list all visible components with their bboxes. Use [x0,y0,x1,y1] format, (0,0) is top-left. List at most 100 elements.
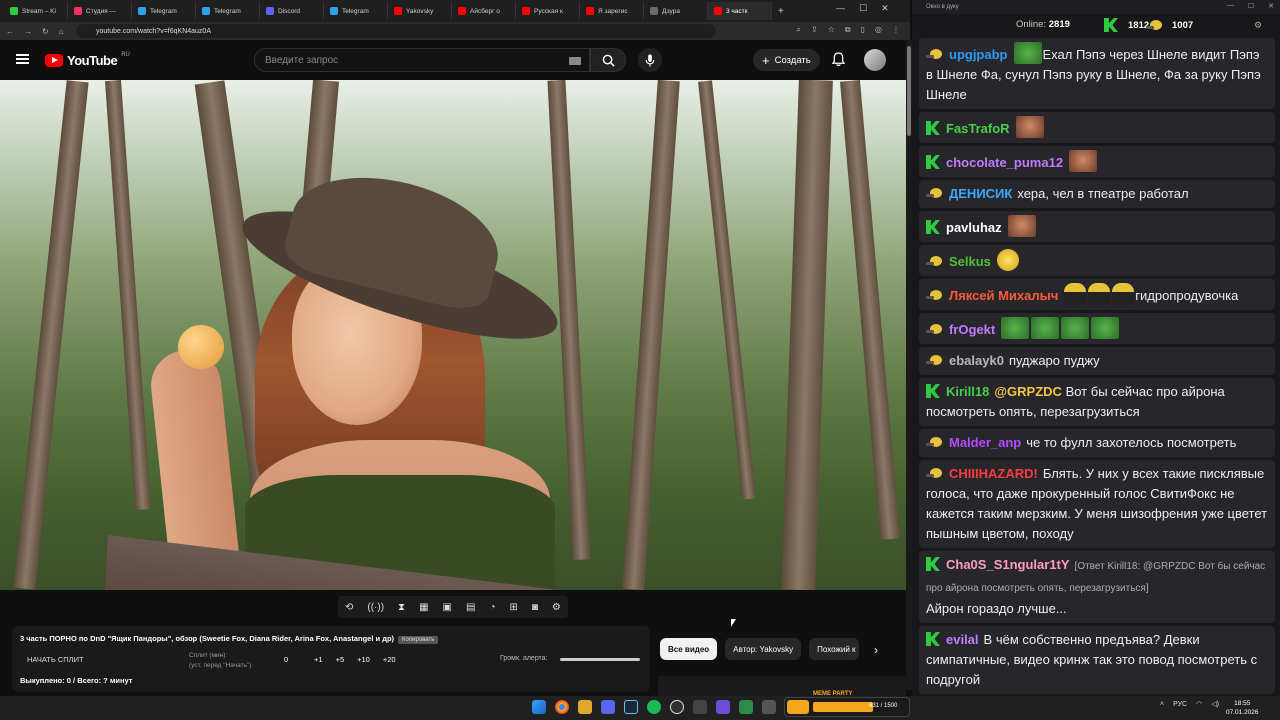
profile-icon[interactable]: ◎ [875,25,882,35]
chevron-right-icon[interactable]: › [874,643,878,657]
add-clip-icon[interactable]: ⊞ [509,602,517,613]
language-indicator[interactable]: РУС [1173,701,1187,708]
chat-username[interactable]: upgjpabp [949,47,1008,62]
account-avatar[interactable] [864,49,886,71]
chrome-icon[interactable] [555,700,569,714]
start-split-button[interactable]: НАЧАТЬ СПЛИТ [27,655,84,664]
copy-button[interactable]: Копировать [398,636,439,644]
watch-later-icon[interactable]: ⧗ [398,602,405,613]
notifications-button[interactable] [831,52,846,72]
chat-username[interactable]: ДЕНИСИК [949,186,1012,201]
alert-volume-slider[interactable] [560,658,640,661]
home-icon[interactable]: ⌂ [59,27,64,36]
browser-tab[interactable]: Студия — [68,2,132,20]
screenshot-icon[interactable]: ◙ [532,602,538,613]
folder-icon[interactable] [578,700,592,714]
chat-username[interactable]: pavluhaz [946,220,1002,235]
browser-tab[interactable]: 3 частк [708,2,772,20]
filter-chip[interactable]: Автор: Yakovsky [725,638,802,660]
chat-username[interactable]: Kirill18 [946,384,989,399]
share-icon[interactable]: ⇪ [811,25,818,35]
browser-tab[interactable]: Я зарегис [580,2,644,20]
sidebar-icon[interactable]: ▯ [861,25,865,35]
windows-start-icon[interactable] [532,700,546,714]
close-icon[interactable]: ✕ [881,3,889,14]
youtube-logo[interactable]: YouTube RU [45,52,130,68]
forward-icon[interactable]: → [24,27,32,36]
increment-button[interactable]: +1 [314,655,323,664]
increment-button[interactable]: +20 [383,655,396,664]
chat-username[interactable]: Ляксей Михалыч [949,288,1058,303]
loop-icon[interactable]: ⟲ [345,602,353,613]
back-icon[interactable]: ← [6,27,14,36]
search-button[interactable] [590,48,626,72]
steam-icon[interactable] [624,700,638,714]
wifi-icon[interactable]: ◠ [1196,700,1202,708]
browser-tab[interactable]: Yakovsky [388,2,452,20]
star-icon[interactable]: ☆ [828,25,835,35]
close-icon[interactable]: ✕ [1268,2,1274,10]
chat-mention[interactable]: @GRPZDC [994,384,1062,399]
chat-username[interactable]: Selkus [949,254,991,269]
picture-in-picture-icon[interactable]: ▣ [443,602,452,613]
gear-icon[interactable]: ⚙ [552,602,561,613]
split-value-input[interactable]: 0 [284,655,288,664]
increment-button[interactable]: +10 [357,655,370,664]
player-icon[interactable] [716,700,730,714]
video-player[interactable] [0,80,906,590]
chat-username[interactable]: FasTrafoR [946,121,1010,136]
browser-tab[interactable]: Telegram [324,2,388,20]
theater-mode-icon[interactable]: ▤ [466,602,475,613]
speed-icon[interactable]: ◔ [489,602,495,613]
chat-username[interactable]: CHIIIHAZARD! [949,466,1038,481]
chat-settings-icon[interactable]: ⚙ [1254,20,1262,31]
chat-username[interactable]: chocolate_puma12 [946,155,1063,170]
browser-tab[interactable]: Дзура [644,2,708,20]
chat-username[interactable]: frOgekt [949,322,995,337]
browser-tab[interactable]: Stream – Ki [4,2,68,20]
system-clock[interactable]: 18:55 07.01.2026 [1226,699,1259,717]
spotify-icon[interactable] [647,700,661,714]
terminal-icon[interactable] [762,700,776,714]
chat-username[interactable]: Malder_anp [949,435,1021,450]
keyboard-icon[interactable] [569,57,581,65]
media-icon[interactable] [693,700,707,714]
filter-chip[interactable]: Похожий к [809,638,860,660]
browser-tab[interactable]: Discord [260,2,324,20]
url-field[interactable]: youtube.com/watch?v=f6qKN4auz0A [76,24,716,38]
browser-tab[interactable]: Русская к [516,2,580,20]
volume-icon[interactable]: ◁) [1211,700,1219,708]
filter-chip[interactable]: Все видео [660,638,718,660]
search-input[interactable]: Введите запрос [254,48,590,72]
page-scrollbar-thumb[interactable] [907,46,911,136]
extensions-icon[interactable]: ⧉ [845,25,851,35]
film-icon[interactable]: ▦ [419,602,428,613]
maximize-icon[interactable]: ☐ [1248,2,1254,10]
browser-tab[interactable]: Telegram [132,2,196,20]
new-tab-button[interactable]: + [772,6,790,17]
chat-username[interactable]: evilal [946,632,979,647]
related-video-thumbnail[interactable] [658,676,906,696]
broadcast-icon[interactable]: ((·)) [367,602,384,613]
voice-search-button[interactable] [638,48,662,72]
discord-icon[interactable] [601,700,615,714]
chat-username[interactable]: Cha0S_S1ngular1tY [946,557,1070,572]
reload-icon[interactable]: ↻ [42,27,49,36]
minimize-icon[interactable]: — [836,3,845,14]
browser-tab[interactable]: Telegram [196,2,260,20]
tray-chevron-icon[interactable]: ˄ [1160,701,1164,708]
tab-favicon-icon [394,7,402,15]
maximize-icon[interactable]: ☐ [859,3,867,14]
menu-icon[interactable]: ⋮ [892,25,900,35]
obs-icon[interactable] [670,700,684,714]
meme-party-widget[interactable]: MEME PARTY 631 / 1500 [784,691,910,717]
browser-tab[interactable]: Айсберг о [452,2,516,20]
create-button[interactable]: + Создать [753,49,820,71]
pepe-emote-icon [1061,317,1090,339]
app-icon[interactable] [739,700,753,714]
increment-button[interactable]: +5 [336,655,345,664]
hamburger-menu-icon[interactable] [16,54,29,64]
chat-username[interactable]: ebalayk0 [949,353,1004,368]
minimize-icon[interactable]: — [1227,2,1234,10]
zoom-icon[interactable]: ⌕ [797,25,801,35]
